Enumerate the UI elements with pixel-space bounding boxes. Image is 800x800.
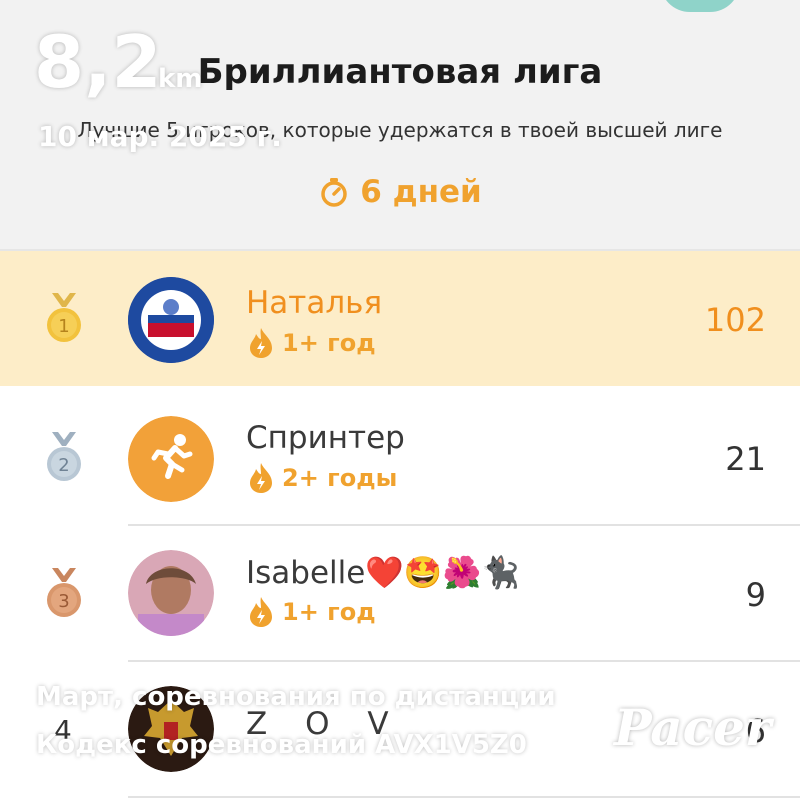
avatar[interactable] [128,550,214,636]
svg-text:2: 2 [58,455,69,476]
leaderboard-row[interactable]: 2 Спринтер 2+ годы 21 [0,390,800,525]
gold-medal-icon: 1 [47,293,81,342]
distance-value: 8,2 [34,20,162,104]
leaderboard-row[interactable]: 1 Наталья 1+ год 102 [0,251,800,386]
svg-text:3: 3 [58,591,69,612]
flame-icon [250,463,272,493]
svg-text:1: 1 [58,316,69,337]
avatar[interactable] [128,277,214,363]
league-timer: 6 дней [0,174,800,210]
stopwatch-icon [321,178,347,207]
streak-label: 1+ год [282,329,376,357]
top-decoration [660,0,740,12]
pacer-logo: Pacer [614,698,772,757]
photo-avatar [128,550,214,636]
player-name: Наталья [246,285,383,321]
player-score: 9 [745,576,766,614]
streak-label: 2+ годы [282,464,398,492]
avatar[interactable] [128,416,214,502]
player-score: 21 [725,440,766,478]
row-divider [128,796,800,798]
streak-label: 1+ год [282,598,376,626]
streak-badge: 1+ год [246,596,376,628]
streak-badge: 2+ годы [246,462,397,494]
silver-medal-icon: 2 [47,432,81,481]
activity-date: 10 мар. 2025 г. [38,120,282,153]
player-score: 102 [704,301,766,339]
runner-avatar [128,416,214,502]
club-logo-avatar [128,277,214,363]
competition-title: Март, соревнования по дистанции [36,682,556,712]
player-name: Спринтер [246,420,405,456]
flame-icon [250,597,272,627]
timer-label: 6 дней [360,174,482,210]
bronze-medal-icon: 3 [47,568,81,617]
distance-unit: km [158,64,203,94]
flame-icon [250,328,272,358]
leaderboard-row[interactable]: 3 Isabelle❤️🤩🌺🐈‍⬛ 1+ год 9 [0,526,800,661]
player-name: Isabelle❤️🤩🌺🐈‍⬛ [246,555,520,591]
competition-code: Кодекс соревнований AVX1V5Z0 [36,730,527,760]
streak-badge: 1+ год [246,327,376,359]
